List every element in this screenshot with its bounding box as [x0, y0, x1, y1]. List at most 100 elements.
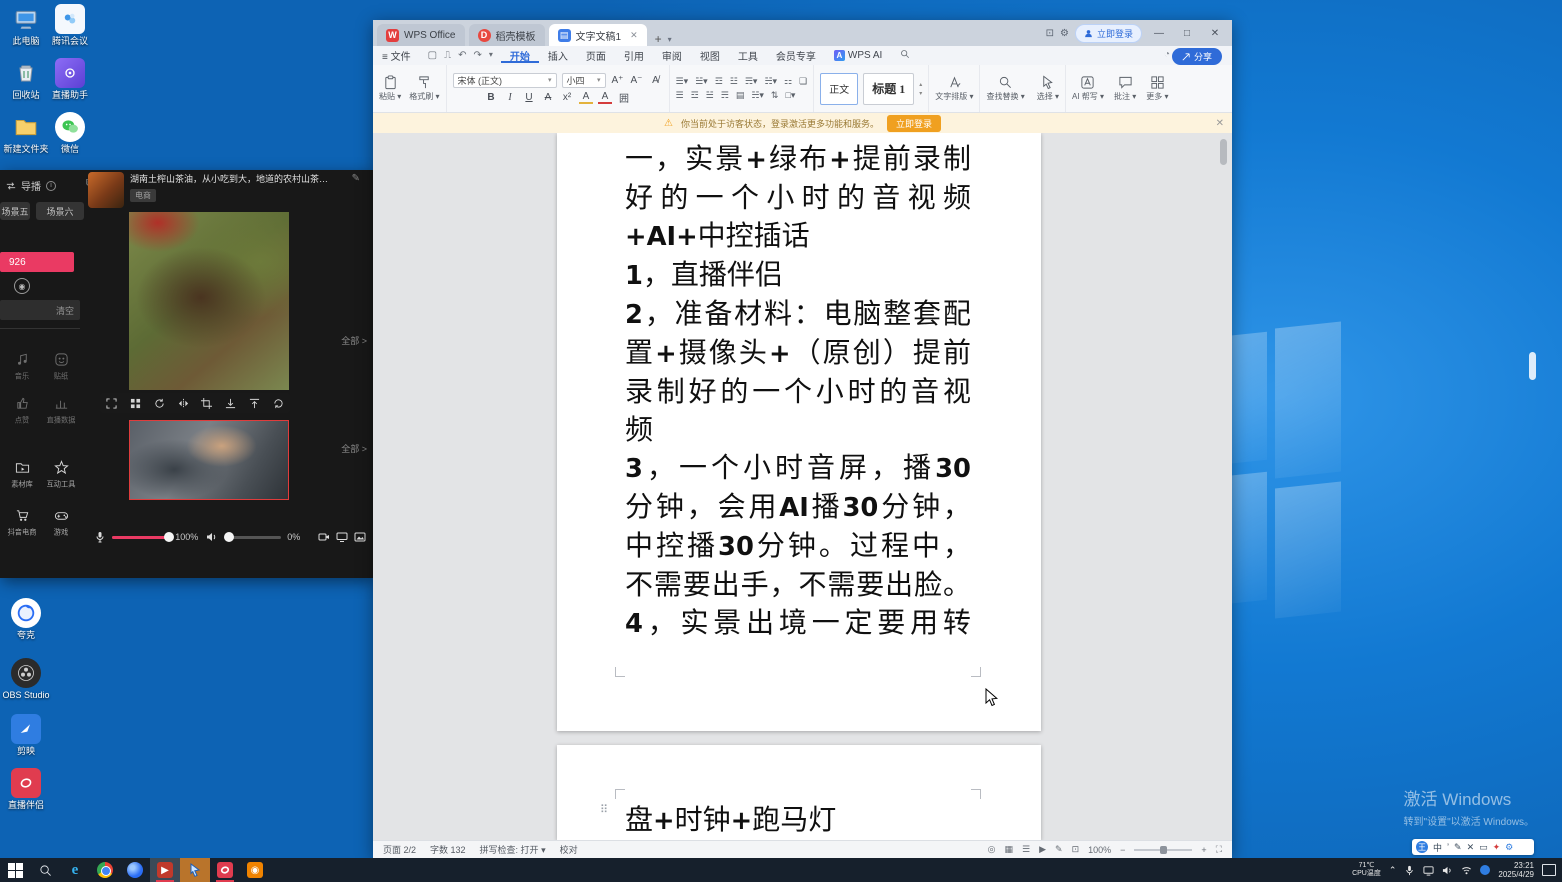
- document-page-1[interactable]: 一，实景+绿布+提前录制好的一个小时的音视频+AI+中控插话1，直播伴侣2，准备…: [557, 133, 1041, 731]
- scrollbar-thumb[interactable]: [1220, 139, 1227, 165]
- paste-button[interactable]: 粘贴 ▾: [379, 75, 401, 102]
- ime-mode-toggle[interactable]: 中: [1433, 841, 1442, 854]
- menu-4[interactable]: 审阅: [653, 48, 691, 63]
- scene-preview-main[interactable]: [129, 212, 289, 390]
- reset-icon[interactable]: [273, 398, 284, 409]
- redo-icon[interactable]: ↷: [473, 50, 481, 61]
- taskbar-app-red[interactable]: ▶: [150, 858, 180, 882]
- document-area[interactable]: 一，实景+绿布+提前录制好的一个小时的音视频+AI+中控插话1，直播伴侣2，准备…: [373, 133, 1232, 840]
- page-view-icon[interactable]: ▦: [1005, 844, 1014, 855]
- tray-network-icon[interactable]: [1461, 865, 1472, 876]
- desktop-icon-wechat[interactable]: 微信: [44, 112, 96, 154]
- tool-game[interactable]: 游戏: [42, 508, 80, 538]
- ime-logo-icon[interactable]: 王: [1416, 841, 1428, 853]
- ime-settings-icon[interactable]: ⚙: [1505, 842, 1513, 853]
- menu-7[interactable]: 会员专享: [767, 48, 825, 63]
- desktop-icon-meeting[interactable]: 腾讯会议: [44, 4, 96, 46]
- taskbar-search-button[interactable]: [30, 858, 60, 882]
- crop-icon[interactable]: [201, 398, 212, 409]
- info-icon[interactable]: i: [46, 181, 56, 191]
- taskbar-app-orange[interactable]: ◉: [240, 858, 270, 882]
- new-tab-button[interactable]: +: [655, 32, 662, 46]
- interface-mode-icon[interactable]: ⊡: [1046, 28, 1054, 39]
- desktop-icon-obs[interactable]: OBS Studio: [0, 658, 52, 700]
- counter-button[interactable]: 926: [0, 252, 74, 272]
- maximize-button[interactable]: □: [1176, 28, 1198, 39]
- bullet-list-icon[interactable]: ☰▾: [676, 76, 689, 87]
- increase-font-icon[interactable]: A⁺: [611, 75, 625, 86]
- desktop-icon-quark[interactable]: 夸克: [0, 598, 52, 640]
- readmode-eye-icon[interactable]: ◎: [988, 844, 996, 855]
- paragraph-mark-icon[interactable]: ☵▾: [751, 90, 764, 101]
- action-center-icon[interactable]: [1542, 864, 1556, 876]
- zoom-value[interactable]: 100%: [1088, 845, 1111, 855]
- underline-button[interactable]: U: [522, 92, 536, 103]
- align-right-icon[interactable]: ☱: [706, 90, 714, 101]
- settings-gear-icon[interactable]: ⚙: [1060, 28, 1069, 39]
- taskbar-app-o[interactable]: [210, 858, 240, 882]
- menu-1[interactable]: 插入: [539, 48, 577, 63]
- scene-preview-source[interactable]: [129, 420, 289, 500]
- ime-pen-icon[interactable]: ✎: [1454, 842, 1462, 853]
- taskbar-edge[interactable]: e: [60, 858, 90, 882]
- tray-app-icon[interactable]: [1480, 865, 1490, 875]
- tool-music[interactable]: 音乐: [3, 352, 41, 382]
- monitor-volume-slider[interactable]: [224, 536, 281, 539]
- character-shading-icon[interactable]: 囲: [617, 90, 631, 105]
- tray-mic-icon[interactable]: [1404, 865, 1415, 876]
- save-icon[interactable]: ▢: [428, 50, 437, 61]
- bold-button[interactable]: B: [484, 92, 498, 103]
- desktop-icon-jianying[interactable]: 剪映: [0, 714, 52, 756]
- section-all-2[interactable]: 全部 >: [341, 442, 367, 455]
- word-count[interactable]: 字数 132: [430, 843, 466, 856]
- decrease-font-icon[interactable]: A⁻: [630, 75, 644, 86]
- font-name-select[interactable]: 宋体 (正文)▾: [453, 73, 557, 88]
- page-2-text[interactable]: 盘+时钟+跑马灯: [625, 801, 971, 840]
- close-tab-icon[interactable]: ✕: [630, 30, 638, 41]
- align-top-icon[interactable]: [249, 398, 260, 409]
- tool-interactive[interactable]: 互动工具: [42, 460, 80, 490]
- menu-file[interactable]: ≡ 文件: [373, 48, 420, 63]
- line-spacing-icon[interactable]: ☵▾: [764, 76, 777, 87]
- camera-icon[interactable]: [318, 531, 330, 543]
- superscript-button[interactable]: x²: [560, 92, 574, 103]
- tab-wps-office[interactable]: W WPS Office: [377, 24, 465, 46]
- taskbar-chrome[interactable]: [90, 858, 120, 882]
- section-all-1[interactable]: 全部 >: [341, 334, 367, 347]
- print-icon[interactable]: ⎍: [444, 50, 451, 61]
- select-tool[interactable]: 选择 ▾: [1037, 75, 1059, 102]
- fullscreen-icon[interactable]: [106, 398, 117, 409]
- monitor-volume-icon[interactable]: [206, 531, 218, 543]
- customize-chevron-icon[interactable]: ▾: [489, 50, 493, 61]
- style-gallery-up-icon[interactable]: ▴: [919, 81, 922, 88]
- minimize-button[interactable]: —: [1148, 28, 1170, 39]
- banner-login-button[interactable]: 立即登录: [887, 115, 941, 132]
- ime-brush-icon[interactable]: ✦: [1493, 842, 1501, 853]
- number-list-icon[interactable]: ☱▾: [695, 76, 708, 87]
- tray-expand-chevron-icon[interactable]: ⌃: [1389, 865, 1397, 876]
- fullscreen-toggle-icon[interactable]: ⛶: [1216, 844, 1222, 855]
- display-icon[interactable]: [336, 531, 348, 543]
- decrease-indent-icon[interactable]: ☲: [715, 76, 723, 87]
- start-button[interactable]: [0, 858, 30, 882]
- taskbar-clock[interactable]: 23:21 2025/4/29: [1498, 861, 1534, 879]
- style-normal[interactable]: 正文: [820, 73, 858, 105]
- tab-docer-templates[interactable]: D 稻壳模板: [469, 24, 545, 46]
- zoom-slider[interactable]: [1134, 849, 1192, 851]
- style-heading-1[interactable]: 标题 1: [863, 73, 914, 105]
- mic-volume-slider[interactable]: [112, 536, 169, 539]
- menu-5[interactable]: 视图: [691, 48, 729, 63]
- menu-2[interactable]: 页面: [577, 48, 615, 63]
- document-page-2[interactable]: ⠿ 盘+时钟+跑马灯: [557, 745, 1041, 840]
- text-direction-icon[interactable]: ☴▾: [745, 76, 758, 87]
- scene-tab-6[interactable]: 场景六: [36, 202, 84, 220]
- desktop-icon-assistant[interactable]: 直播助手: [44, 58, 96, 100]
- taskbar-browser[interactable]: [120, 858, 150, 882]
- document-scrollbar[interactable]: [1220, 135, 1227, 835]
- menu-wps-ai[interactable]: A WPS AI: [825, 50, 891, 61]
- format-painter-button[interactable]: 格式刷 ▾: [409, 75, 439, 102]
- scene-tab-5[interactable]: 场景五: [0, 202, 30, 220]
- tray-display-icon[interactable]: [1423, 865, 1434, 876]
- sort-icon[interactable]: ⇅: [771, 90, 779, 101]
- ime-symbols-icon[interactable]: ✕: [1467, 842, 1475, 853]
